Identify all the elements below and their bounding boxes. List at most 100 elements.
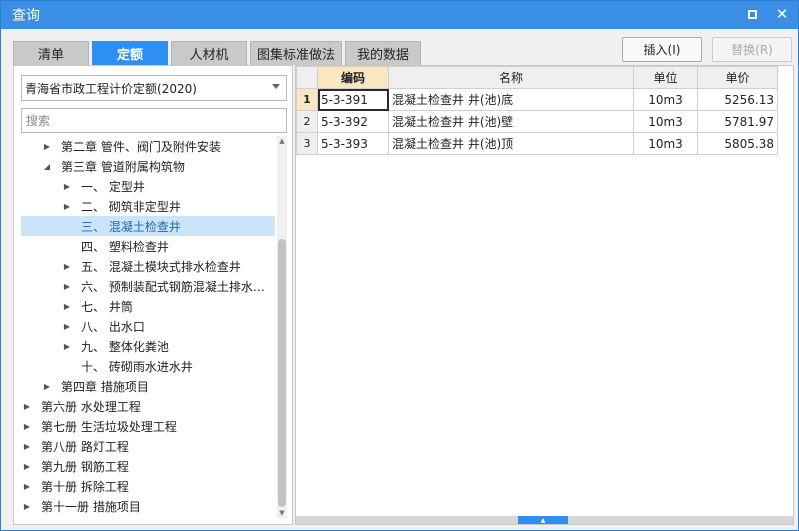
triangle-right-icon[interactable]: ▶ bbox=[61, 296, 73, 316]
query-dialog: 查询 ✕ 清单 定额 人材机 图集标准做法 我的数据 插入(I) 替换(R) 青… bbox=[0, 0, 799, 531]
triangle-right-icon[interactable]: ▶ bbox=[61, 176, 73, 196]
tree-node[interactable]: ▶ 第六册 水处理工程 bbox=[21, 396, 275, 416]
window-title: 查询 bbox=[12, 8, 40, 24]
tree-node-label: 二、 砌筑非定型井 bbox=[81, 199, 181, 214]
tree-node-label: 第四章 措施项目 bbox=[61, 379, 149, 394]
triangle-right-icon[interactable]: ▶ bbox=[21, 396, 33, 416]
cell-unit[interactable]: 10m3 bbox=[633, 132, 698, 155]
triangle-right-icon[interactable]: ▶ bbox=[61, 336, 73, 356]
tree-node-label: 第二章 管件、阀门及附件安装 bbox=[61, 139, 221, 154]
tree-node-label: 第八册 路灯工程 bbox=[41, 439, 129, 454]
triangle-right-icon[interactable]: ▶ bbox=[61, 196, 73, 216]
table-row[interactable]: 3 5-3-393 混凝土检查井 井(池)顶 10m3 5805.38 bbox=[296, 132, 778, 155]
quota-library-value: 青海省市政工程计价定额(2020) bbox=[25, 81, 197, 96]
tree-node-label: 六、 预制装配式钢筋混凝土排水… bbox=[81, 279, 265, 294]
tree-node[interactable]: ▶ 六、 预制装配式钢筋混凝土排水… bbox=[21, 276, 275, 296]
chapter-tree: ▶ 第二章 管件、阀门及附件安装 ◢ 第三章 管道附属构筑物 ▶ 一、 定型井 ▶ 二、 砌筑… bbox=[21, 136, 277, 518]
column-header-name[interactable]: 名称 bbox=[388, 66, 634, 89]
cell-price[interactable]: 5256.13 bbox=[697, 88, 778, 111]
cell-price[interactable]: 5781.97 bbox=[697, 110, 778, 133]
tree-node-label: 九、 整体化粪池 bbox=[81, 339, 169, 354]
close-icon[interactable]: ✕ bbox=[774, 5, 790, 23]
maximize-icon[interactable] bbox=[744, 6, 760, 22]
quota-library-select[interactable]: 青海省市政工程计价定额(2020) bbox=[21, 75, 287, 101]
tab-bill[interactable]: 清单 bbox=[13, 41, 89, 65]
tab-bar: 清单 定额 人材机 图集标准做法 我的数据 bbox=[13, 41, 422, 65]
tree-node[interactable]: ▶ 第十一册 措施项目 bbox=[21, 496, 275, 516]
tree-node-label: 一、 定型井 bbox=[81, 179, 145, 194]
tree-node[interactable]: ▶ 第四章 措施项目 bbox=[21, 376, 275, 396]
chevron-down-icon bbox=[272, 84, 280, 89]
cell-code[interactable]: 5-3-391 bbox=[317, 88, 389, 111]
quota-grid-panel: 编码 名称 单位 单价 1 5-3-391 混凝土检查井 井(池)底 10m3 … bbox=[295, 65, 794, 525]
tree-node[interactable]: ▶ 第九册 钢筋工程 bbox=[21, 456, 275, 476]
tree-node[interactable]: ▶ 九、 整体化粪池 bbox=[21, 336, 275, 356]
tree-node[interactable]: ◢ 第三章 管道附属构筑物 bbox=[21, 156, 275, 176]
tree-node-label: 十、 砖砌雨水进水井 bbox=[81, 359, 193, 374]
cell-unit[interactable]: 10m3 bbox=[633, 88, 698, 111]
triangle-right-icon[interactable]: ▶ bbox=[21, 436, 33, 456]
cell-name[interactable]: 混凝土检查井 井(池)底 bbox=[388, 88, 634, 111]
column-header-code[interactable]: 编码 bbox=[317, 66, 389, 89]
tree-node-label: 第三章 管道附属构筑物 bbox=[61, 159, 185, 174]
tree-node[interactable]: ▶ 八、 出水口 bbox=[21, 316, 275, 336]
triangle-right-icon[interactable]: ▶ bbox=[61, 256, 73, 276]
triangle-right-icon[interactable]: ▶ bbox=[41, 136, 53, 156]
triangle-right-icon[interactable]: ▶ bbox=[21, 496, 33, 516]
insert-button[interactable]: 插入(I) bbox=[622, 37, 702, 62]
quota-tree-panel: 青海省市政工程计价定额(2020) ▶ 第二章 管件、阀门及附件安装 ◢ 第三章 管道… bbox=[13, 65, 293, 525]
tree-scrollbar[interactable]: ▲ ▼ bbox=[277, 136, 287, 518]
scroll-thumb[interactable] bbox=[278, 239, 286, 507]
tree-node[interactable]: ▶ 五、 混凝土模块式排水检查井 bbox=[21, 256, 275, 276]
tree-node-label: 第六册 水处理工程 bbox=[41, 399, 141, 414]
scroll-down-icon[interactable]: ▼ bbox=[277, 508, 287, 518]
triangle-right-icon[interactable]: ▶ bbox=[41, 376, 53, 396]
triangle-right-icon[interactable]: ▶ bbox=[21, 416, 33, 436]
column-header-price[interactable]: 单价 bbox=[697, 66, 778, 89]
replace-button[interactable]: 替换(R) bbox=[712, 37, 792, 62]
triangle-down-icon[interactable]: ◢ bbox=[41, 156, 53, 176]
tree-node-label: 第十一册 措施项目 bbox=[41, 499, 141, 514]
triangle-right-icon[interactable]: ▶ bbox=[21, 476, 33, 496]
tab-atlas-standard[interactable]: 图集标准做法 bbox=[250, 41, 343, 65]
tree-node[interactable]: ▶ 第二章 管件、阀门及附件安装 bbox=[21, 136, 275, 156]
tree-node[interactable]: ▶ 第八册 路灯工程 bbox=[21, 436, 275, 456]
tree-node[interactable]: ▶ 第七册 生活垃圾处理工程 bbox=[21, 416, 275, 436]
tree-node[interactable]: ▶ 一、 定型井 bbox=[21, 176, 275, 196]
cell-name[interactable]: 混凝土检查井 井(池)顶 bbox=[388, 132, 634, 155]
column-header-unit[interactable]: 单位 bbox=[633, 66, 698, 89]
tree-node[interactable]: ▶ 七、 井筒 bbox=[21, 296, 275, 316]
triangle-right-icon[interactable]: ▶ bbox=[21, 456, 33, 476]
table-row[interactable]: 1 5-3-391 混凝土检查井 井(池)底 10m3 5256.13 bbox=[296, 88, 778, 111]
tree-node-label: 第十册 拆除工程 bbox=[41, 479, 129, 494]
row-number: 1 bbox=[296, 88, 318, 111]
triangle-right-icon[interactable]: ▶ bbox=[61, 316, 73, 336]
tree-node-label: 三、 混凝土检查井 bbox=[81, 219, 181, 234]
search-input[interactable] bbox=[21, 108, 287, 133]
triangle-right-icon[interactable]: ▶ bbox=[61, 276, 73, 296]
tab-quota[interactable]: 定额 bbox=[92, 41, 168, 65]
tree-node[interactable]: ▶ 第十册 拆除工程 bbox=[21, 476, 275, 496]
tree-node[interactable]: 三、 混凝土检查井 bbox=[21, 216, 275, 236]
cell-price[interactable]: 5805.38 bbox=[697, 132, 778, 155]
tree-node[interactable]: ▶ 二、 砌筑非定型井 bbox=[21, 196, 275, 216]
row-number: 2 bbox=[296, 110, 318, 133]
scroll-up-icon[interactable]: ▲ bbox=[277, 136, 287, 146]
cell-code[interactable]: 5-3-392 bbox=[317, 110, 389, 133]
tab-labor-material-machine[interactable]: 人材机 bbox=[171, 41, 247, 65]
quota-table: 编码 名称 单位 单价 1 5-3-391 混凝土检查井 井(池)底 10m3 … bbox=[296, 66, 778, 155]
table-header-row: 编码 名称 单位 单价 bbox=[296, 66, 778, 89]
tab-my-data[interactable]: 我的数据 bbox=[345, 41, 422, 65]
cell-name[interactable]: 混凝土检查井 井(池)壁 bbox=[388, 110, 634, 133]
tree-node-label: 五、 混凝土模块式排水检查井 bbox=[81, 259, 241, 274]
tree-node[interactable]: 十、 砖砌雨水进水井 bbox=[21, 356, 275, 376]
tree-node[interactable]: 四、 塑料检查井 bbox=[21, 236, 275, 256]
cell-code[interactable]: 5-3-393 bbox=[317, 132, 389, 155]
chevron-up-icon[interactable]: ▲ bbox=[518, 516, 568, 524]
tree-node-label: 七、 井筒 bbox=[81, 299, 133, 314]
grid-splitter[interactable]: ▲ bbox=[296, 516, 793, 524]
cell-unit[interactable]: 10m3 bbox=[633, 110, 698, 133]
table-row[interactable]: 2 5-3-392 混凝土检查井 井(池)壁 10m3 5781.97 bbox=[296, 110, 778, 133]
